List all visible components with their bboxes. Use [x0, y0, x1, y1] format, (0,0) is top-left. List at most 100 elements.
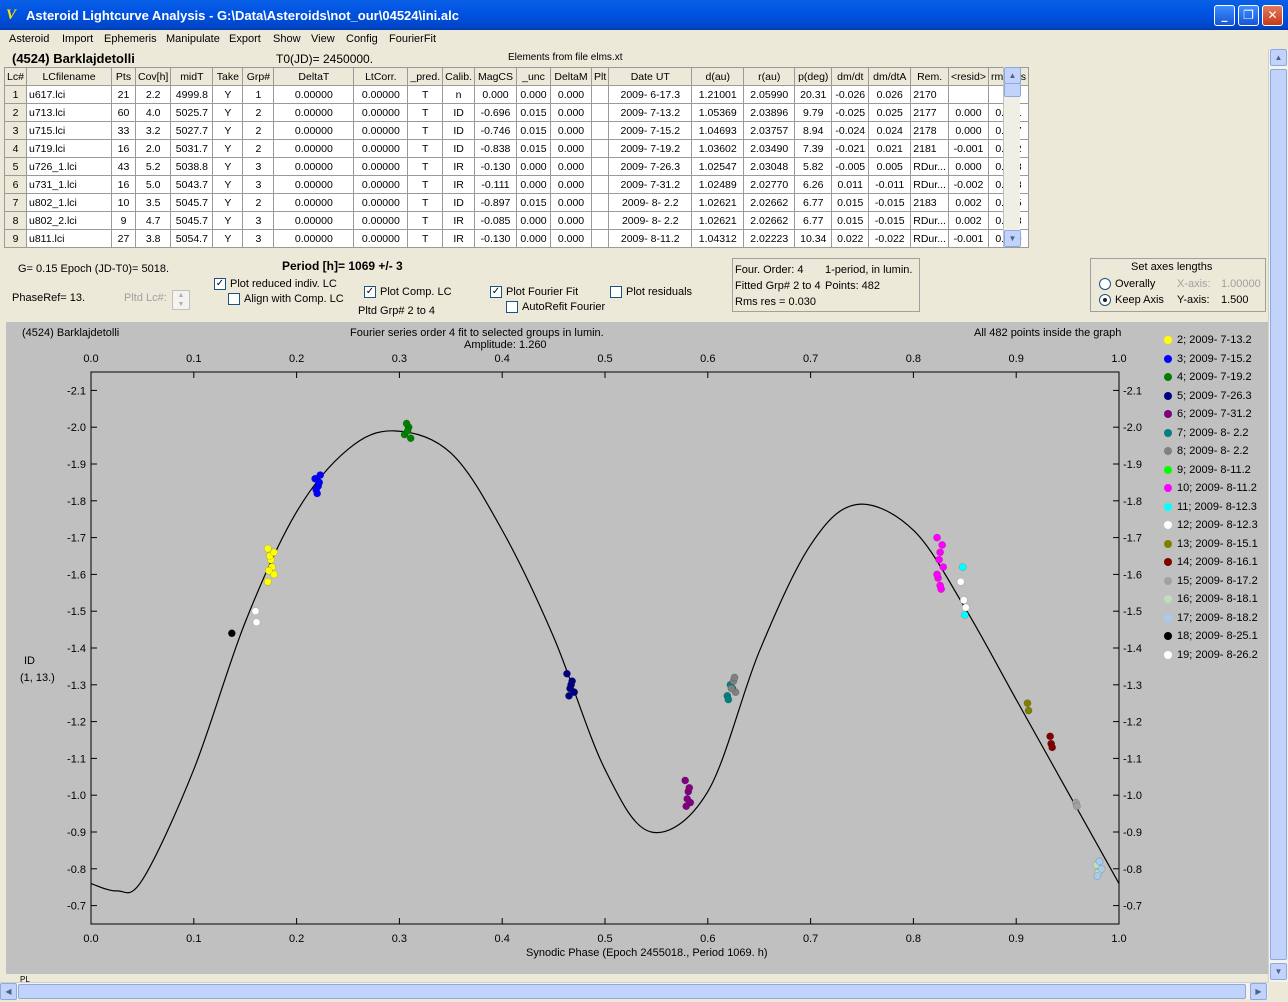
table-scrollbar[interactable]: ▲ ▼	[1003, 67, 1021, 247]
table-cell[interactable]: T	[407, 229, 444, 248]
table-cell[interactable]: 5045.7	[170, 211, 214, 230]
table-cell[interactable]: 1	[242, 85, 275, 104]
table-cell[interactable]: u715.lci	[26, 121, 112, 140]
table-row[interactable]: 2 u713.lci 60 4.0 5025.7 Y 2 0.00000 0.00000 T ID -…	[4, 103, 1029, 122]
column-header[interactable]: Lc#	[4, 67, 27, 86]
plot-residuals-checkbox[interactable]: Plot residuals	[610, 286, 692, 299]
column-header[interactable]: _pred.	[407, 67, 444, 86]
table-cell[interactable]: RDur...	[910, 157, 949, 176]
table-cell[interactable]: 0.026	[868, 85, 912, 104]
menu-manipulate[interactable]: Manipulate	[166, 33, 220, 45]
table-cell[interactable]: Y	[212, 229, 244, 248]
table-cell[interactable]: 3.8	[134, 229, 172, 248]
table-cell[interactable]: 6.77	[794, 211, 833, 230]
table-cell[interactable]: 0.00000	[273, 157, 355, 176]
table-cell[interactable]: 0.002	[947, 211, 989, 230]
table-cell[interactable]: 7	[4, 193, 27, 212]
table-cell[interactable]: 0.000	[947, 121, 989, 140]
table-cell[interactable]: 2.03896	[743, 103, 796, 122]
table-cell[interactable]	[590, 139, 610, 158]
table-cell[interactable]: 2009- 7-31.2	[608, 175, 693, 194]
table-cell[interactable]: 2	[242, 139, 275, 158]
table-cell[interactable]: 1	[4, 85, 27, 104]
table-cell[interactable]: 0.000	[550, 229, 592, 248]
table-cell[interactable]: 2.02662	[743, 193, 796, 212]
column-header[interactable]: midT	[170, 67, 214, 86]
table-cell[interactable]: 2	[242, 103, 275, 122]
table-cell[interactable]: 0.00000	[273, 193, 355, 212]
table-cell[interactable]: u713.lci	[26, 103, 112, 122]
column-header[interactable]: Pts	[111, 67, 136, 86]
menu-show[interactable]: Show	[273, 33, 301, 45]
table-cell[interactable]: 9	[4, 229, 27, 248]
table-cell[interactable]: ID	[442, 121, 475, 140]
table-cell[interactable]: 27	[111, 229, 136, 248]
lightcurve-plot[interactable]: (4524) Barklajdetolli Fourier series ord…	[6, 322, 1268, 974]
table-cell[interactable]: 2.03757	[743, 121, 796, 140]
table-cell[interactable]: 2009- 8- 2.2	[608, 211, 693, 230]
table-row[interactable]: 1 u617.lci 21 2.2 4999.8 Y 1 0.00000 0.00000 Tn 0.…	[4, 85, 1029, 104]
scroll-up-icon[interactable]: ▲	[1004, 67, 1021, 84]
table-cell[interactable]: -0.897	[474, 193, 517, 212]
menu-fourierfit[interactable]: FourierFit	[389, 33, 436, 45]
table-cell[interactable]: 0.000	[550, 85, 592, 104]
table-cell[interactable]: T	[407, 157, 444, 176]
table-cell[interactable]: 5.2	[134, 157, 172, 176]
table-cell[interactable]: ID	[442, 193, 475, 212]
table-cell[interactable]: 0.00000	[273, 85, 355, 104]
table-cell[interactable]: 0.000	[550, 103, 592, 122]
table-cell[interactable]: 20.31	[794, 85, 833, 104]
table-cell[interactable]: 4999.8	[170, 85, 214, 104]
table-cell[interactable]: 2009- 6-17.3	[608, 85, 693, 104]
table-cell[interactable]: 2009- 7-19.2	[608, 139, 693, 158]
scroll-down-icon[interactable]: ▼	[1270, 963, 1287, 980]
align-comp-checkbox[interactable]: Align with Comp. LC	[228, 293, 344, 306]
column-header[interactable]: LCfilename	[26, 67, 112, 86]
table-cell[interactable]: 2009- 7-13.2	[608, 103, 693, 122]
table-cell[interactable]: 0.000	[474, 85, 517, 104]
table-row[interactable]: 9 u811.lci 27 3.8 5054.7 Y 3 0.00000 0.00000 T IR -…	[4, 229, 1029, 248]
table-cell[interactable]: 0.00000	[353, 121, 409, 140]
table-cell[interactable]: 0.00000	[353, 85, 409, 104]
table-cell[interactable]: Y	[212, 193, 244, 212]
table-cell[interactable]: 0.000	[947, 103, 989, 122]
scroll-thumb[interactable]	[18, 984, 1246, 999]
table-cell[interactable]	[590, 175, 610, 194]
table-cell[interactable]: 0.002	[947, 193, 989, 212]
table-cell[interactable]: 9	[111, 211, 136, 230]
table-cell[interactable]: 2.0	[134, 139, 172, 158]
scroll-right-icon[interactable]: ▶	[1250, 983, 1267, 1000]
table-cell[interactable]: Y	[212, 85, 244, 104]
table-cell[interactable]: -0.015	[868, 211, 912, 230]
table-cell[interactable]: 0.00000	[273, 103, 355, 122]
plot-canvas[interactable]: 0.0 0.0 0.1 0.1 0.2 0.2 0.3 0.3 0.4 0.4 0.5 0.5 0.6 0…	[6, 322, 1156, 974]
table-cell[interactable]: 6	[4, 175, 27, 194]
table-cell[interactable]: Y	[212, 175, 244, 194]
table-cell[interactable]: 60	[111, 103, 136, 122]
table-cell[interactable]: 1.05369	[691, 103, 745, 122]
table-cell[interactable]: 3	[4, 121, 27, 140]
menu-export[interactable]: Export	[229, 33, 261, 45]
plot-reduced-checkbox[interactable]: ✓ Plot reduced indiv. LC	[214, 278, 337, 291]
table-cell[interactable]: 1.02621	[691, 193, 745, 212]
table-cell[interactable]: 16	[111, 139, 136, 158]
column-header[interactable]: Date UT	[608, 67, 693, 86]
table-cell[interactable]	[590, 211, 610, 230]
table-cell[interactable]: 2.02770	[743, 175, 796, 194]
table-cell[interactable]: 0.00000	[273, 229, 355, 248]
table-cell[interactable]: 8.94	[794, 121, 833, 140]
table-cell[interactable]: -0.696	[474, 103, 517, 122]
table-cell[interactable]: 5031.7	[170, 139, 214, 158]
table-cell[interactable]: 10	[111, 193, 136, 212]
table-cell[interactable]: 5038.8	[170, 157, 214, 176]
table-cell[interactable]: 1.04312	[691, 229, 745, 248]
table-cell[interactable]: u617.lci	[26, 85, 112, 104]
plot-fourier-checkbox[interactable]: ✓ Plot Fourier Fit	[490, 286, 578, 299]
table-cell[interactable]: IR	[442, 229, 475, 248]
column-header[interactable]: DeltaM	[550, 67, 592, 86]
table-row[interactable]: 8 u802_2.lci 9 4.7 5045.7 Y 3 0.00000 0.00000 T IR…	[4, 211, 1029, 230]
table-cell[interactable]: 2.05990	[743, 85, 796, 104]
table-cell[interactable]: 2.03490	[743, 139, 796, 158]
table-cell[interactable]: 2170	[910, 85, 949, 104]
table-cell[interactable]: 1.04693	[691, 121, 745, 140]
